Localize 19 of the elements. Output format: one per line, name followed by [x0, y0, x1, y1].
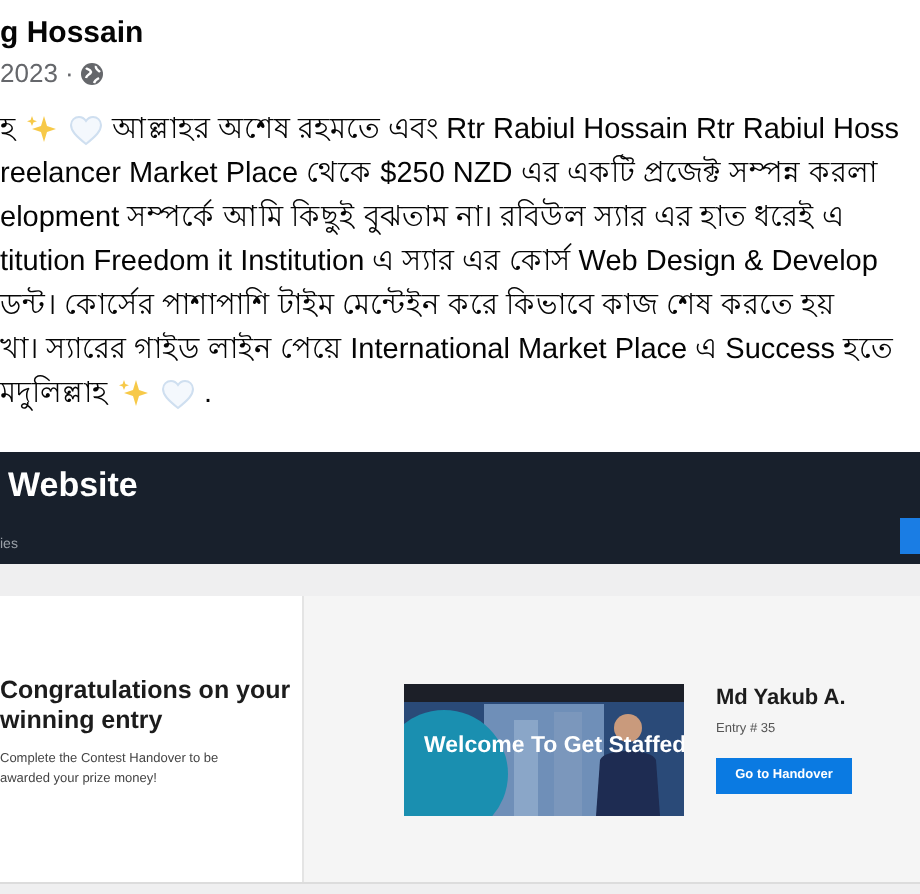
header-button[interactable]: [900, 518, 920, 554]
post-text: .: [204, 376, 213, 414]
page-title: Website: [6, 464, 138, 508]
heart-icon: [162, 379, 194, 409]
post-text: আল্লাহর অশেষ রহমতে এবং Rtr Rabiul Hossain Rtr Rabiul Hoss: [112, 112, 900, 150]
post-text: হ: [0, 112, 16, 150]
post-date[interactable]: 2023 ·: [0, 56, 74, 92]
post-text: elopment সম্পর্কে আমি কিছুই বুঝতাম না। রবিউল স্যার এর হাত ধরেই এ: [0, 196, 844, 239]
post-text: titution Freedom it Institution এ স্যার এর কোর্স Web Design & Develop: [0, 241, 878, 282]
post-text: খা। স্যারের গাইড লাইন পেয়ে International Market Place এ Success হতে: [0, 330, 893, 370]
post-text: মদুলিল্লাহ: [0, 373, 108, 415]
winner-name: Md Yakub A.: [716, 684, 848, 712]
heart-icon: [70, 115, 102, 145]
author-name[interactable]: g Hossain: [0, 12, 144, 56]
congrats-heading: Congratulations on your winning entry: [0, 676, 293, 736]
post-text: reelancer Market Place থেকে $250 NZD এর একটি প্রজেক্ট সম্পন্ন করলা: [0, 152, 877, 194]
sparkles-icon: [26, 114, 58, 146]
sparkles-icon: [118, 378, 150, 410]
post-text: ডন্ট। কোর্সের পাশাপাশি টাইম মেন্টেইন করে কিভাবে কাজ শেষ করতে হয়: [0, 284, 835, 326]
